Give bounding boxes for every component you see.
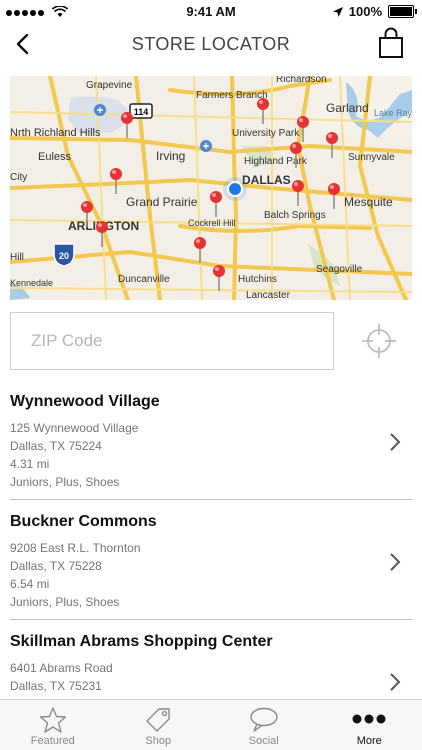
store-distance: 6.54 mi bbox=[10, 577, 50, 591]
map-label-lancaster: Lancaster bbox=[246, 290, 291, 300]
chevron-right-icon bbox=[390, 553, 401, 571]
map-label-euless: Euless bbox=[38, 151, 72, 163]
more-dots-icon bbox=[352, 714, 386, 724]
nav-bar: STORE LOCATOR bbox=[0, 22, 422, 68]
zip-code-input[interactable] bbox=[11, 313, 333, 369]
map-label-cockrell-hill: Cockrell Hill bbox=[188, 218, 236, 228]
map-label-city: City bbox=[10, 172, 27, 183]
highway-shield-20: 20 bbox=[53, 243, 75, 267]
store-city: Dallas, TX 75231 bbox=[10, 679, 102, 693]
star-icon bbox=[39, 707, 66, 733]
battery-icon bbox=[388, 5, 417, 18]
tab-label: More bbox=[356, 735, 382, 747]
map-label-garland: Garland bbox=[326, 101, 369, 115]
map-label-north-richland-hills: Nrth Richland Hills bbox=[10, 127, 101, 139]
map-label-irving: Irving bbox=[156, 149, 185, 163]
map-label-richardson: Richardson bbox=[276, 76, 327, 85]
store-address: 6401 Abrams Road bbox=[10, 661, 113, 675]
map-label-grand-prairie: Grand Prairie bbox=[126, 195, 198, 209]
zip-code-field[interactable] bbox=[10, 312, 334, 370]
map-canvas: Grapevine Richardson Farmers Branch Garl… bbox=[10, 76, 412, 300]
store-row[interactable]: Wynnewood Village 125 Wynnewood Village … bbox=[10, 380, 412, 500]
store-name: Skillman Abrams Shopping Center bbox=[10, 633, 273, 650]
status-bar: 9:41 AM 100% bbox=[0, 0, 422, 22]
svg-text:114: 114 bbox=[134, 107, 149, 117]
store-city: Dallas, TX 75228 bbox=[10, 559, 102, 573]
map-label-balch-springs: Balch Springs bbox=[264, 210, 326, 221]
store-name: Buckner Commons bbox=[10, 513, 157, 530]
tag-icon bbox=[146, 708, 170, 732]
tab-social[interactable]: Social bbox=[211, 700, 317, 750]
map-label-farmers-branch: Farmers Branch bbox=[196, 90, 268, 101]
store-city: Dallas, TX 75224 bbox=[10, 439, 102, 453]
map-label-grapevine: Grapevine bbox=[86, 80, 133, 91]
store-departments: Juniors, Plus, Shoes bbox=[10, 595, 120, 609]
tab-bar: Featured Shop Social More bbox=[0, 699, 422, 750]
location-arrow-icon bbox=[332, 6, 343, 17]
shopping-bag-icon[interactable] bbox=[376, 27, 406, 59]
chat-bubble-icon bbox=[250, 707, 278, 732]
map-label-dallas: DALLAS bbox=[242, 173, 291, 187]
map-label-lake-ray-hubbard: Lake Ray Hubbard bbox=[374, 108, 412, 118]
tab-label: Shop bbox=[145, 735, 172, 747]
store-name: Wynnewood Village bbox=[10, 393, 160, 410]
status-right: 100% bbox=[332, 4, 417, 19]
map-label-hill: Hill bbox=[10, 252, 24, 263]
map-label-highland-park: Highland Park bbox=[244, 156, 308, 167]
store-distance: 4.31 mi bbox=[10, 457, 50, 471]
map-label-seagoville: Seagoville bbox=[316, 264, 363, 275]
svg-text:20: 20 bbox=[59, 251, 69, 261]
store-map[interactable]: Grapevine Richardson Farmers Branch Garl… bbox=[10, 76, 412, 300]
store-address: 125 Wynnewood Village bbox=[10, 421, 139, 435]
map-label-university-park: University Park bbox=[232, 128, 300, 139]
map-label-duncanville: Duncanville bbox=[118, 274, 170, 285]
map-label-kennedale: Kennedale bbox=[10, 278, 53, 288]
airport-icon bbox=[94, 104, 106, 116]
tab-label: Featured bbox=[30, 735, 75, 747]
tab-shop[interactable]: Shop bbox=[106, 700, 212, 750]
store-departments: Juniors, Plus, Shoes bbox=[10, 475, 120, 489]
airport-icon bbox=[200, 140, 212, 152]
page-title: STORE LOCATOR bbox=[131, 34, 291, 54]
tab-label: Social bbox=[248, 735, 279, 747]
store-row[interactable]: Buckner Commons 9208 East R.L. Thornton … bbox=[10, 500, 412, 620]
map-label-sunnyvale: Sunnyvale bbox=[348, 152, 395, 163]
tab-featured[interactable]: Featured bbox=[0, 700, 106, 750]
locate-me-crosshair-icon[interactable] bbox=[360, 322, 398, 360]
tab-more[interactable]: More bbox=[317, 700, 422, 750]
battery-percent: 100% bbox=[348, 4, 382, 19]
chevron-right-icon bbox=[390, 673, 401, 691]
store-address: 9208 East R.L. Thornton bbox=[10, 541, 141, 555]
map-label-mesquite: Mesquite bbox=[344, 195, 393, 209]
current-location-dot bbox=[223, 177, 247, 201]
store-list: Wynnewood Village 125 Wynnewood Village … bbox=[0, 380, 422, 740]
chevron-right-icon bbox=[390, 433, 401, 451]
highway-shield-114: 114 bbox=[129, 103, 153, 119]
map-label-hutchins: Hutchins bbox=[238, 274, 277, 285]
